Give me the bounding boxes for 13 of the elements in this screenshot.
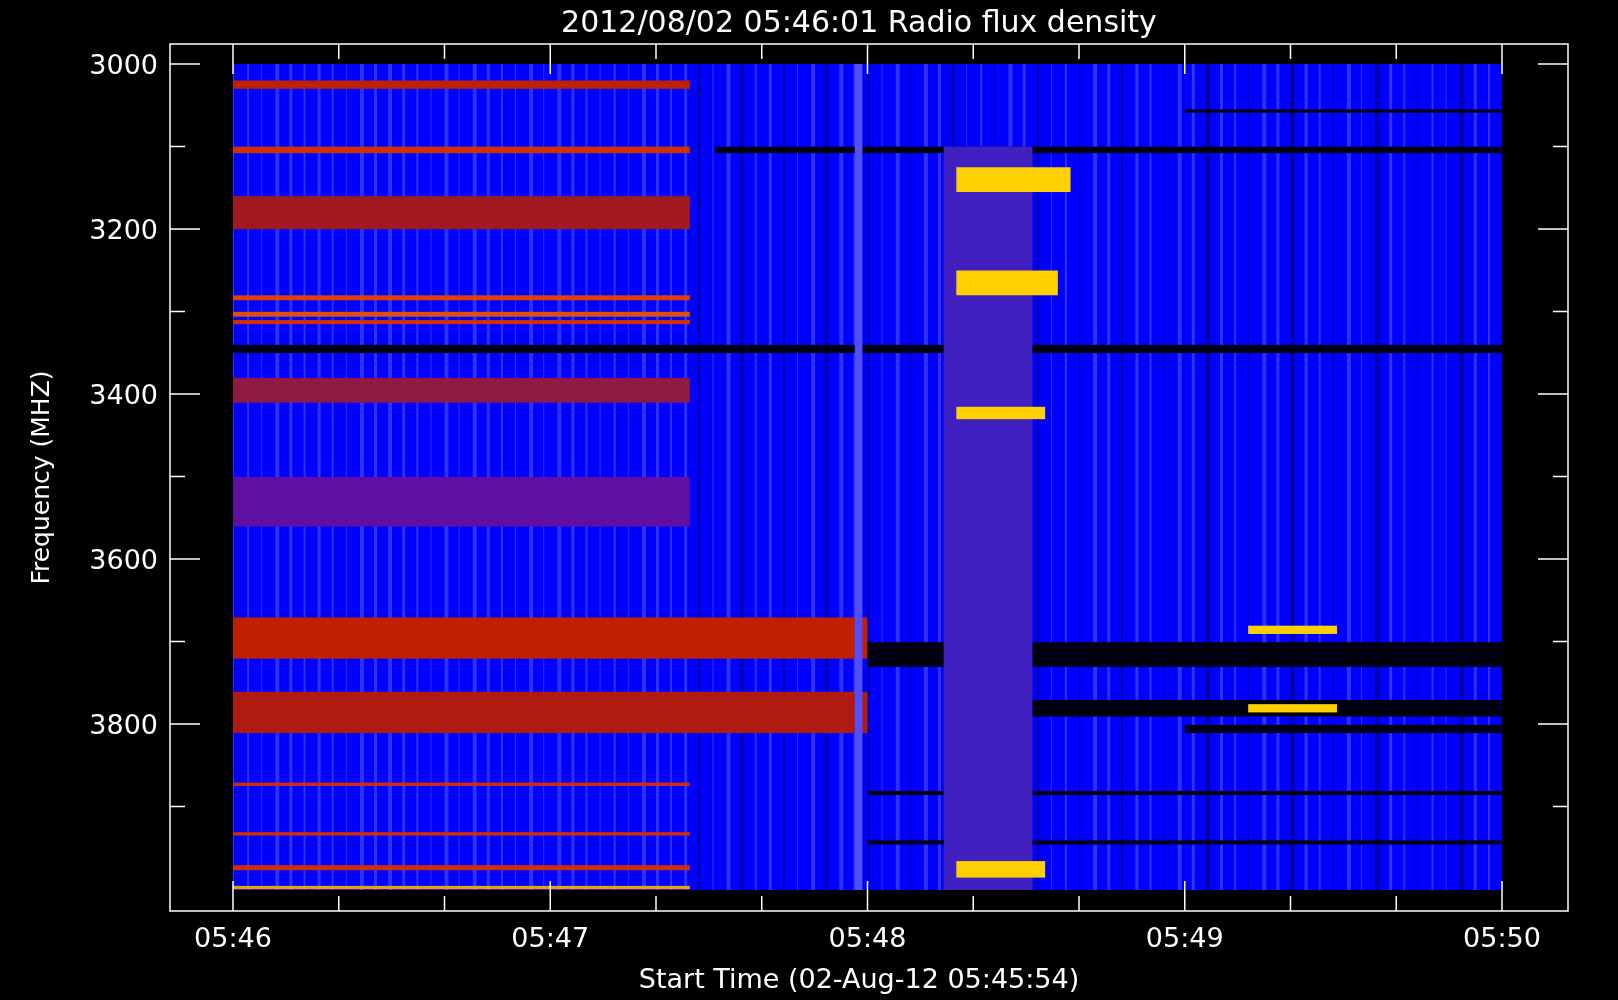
chart-title: 2012/08/02 05:46:01 Radio flux density	[561, 6, 1157, 37]
y-axis-label: Frequency (MHZ)	[25, 369, 55, 585]
y-tick-label: 3600	[89, 544, 158, 575]
x-tick-label: 05:48	[828, 922, 907, 953]
y-tick-label: 3800	[89, 709, 158, 740]
x-tick-label: 05:46	[194, 922, 272, 953]
x-axis-label: Start Time (02-Aug-12 05:45:54)	[638, 963, 1080, 994]
y-tick-label: 3000	[89, 49, 158, 80]
x-tick-label: 05:47	[511, 922, 590, 953]
x-tick-label: 05:50	[1463, 922, 1541, 953]
x-tick-label: 05:49	[1145, 922, 1224, 953]
y-tick-label: 3200	[89, 214, 158, 245]
y-tick-label: 3400	[89, 379, 158, 410]
